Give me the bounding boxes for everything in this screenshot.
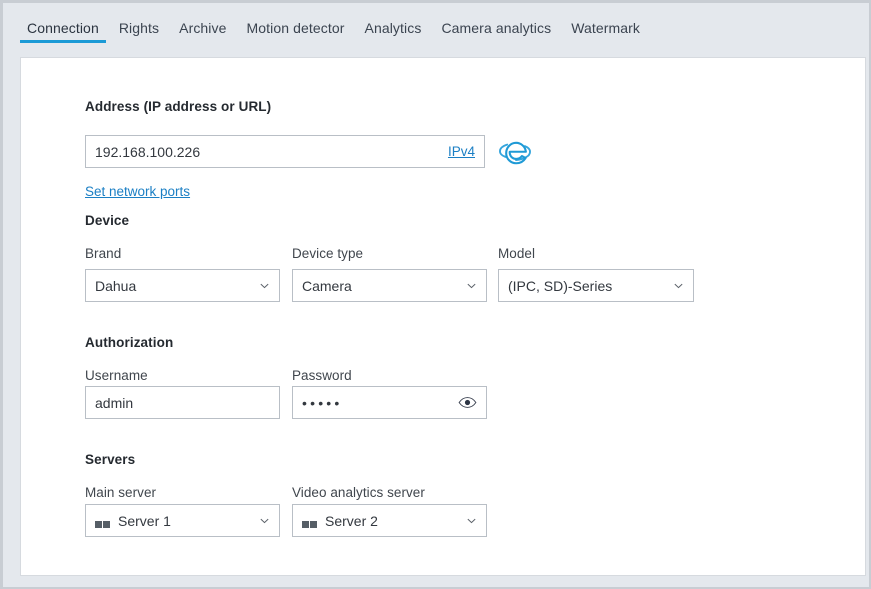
tab-motion-detector[interactable]: Motion detector <box>237 3 355 43</box>
brand-label: Brand <box>85 246 122 261</box>
main-server-select-value: Server 1 <box>118 512 171 529</box>
video-analytics-server-label: Video analytics server <box>292 485 425 500</box>
video-analytics-server-select[interactable]: Server 2 <box>292 504 487 537</box>
username-input-value: admin <box>95 394 134 411</box>
password-label: Password <box>292 368 352 383</box>
settings-window: Connection Rights Archive Motion detecto… <box>0 0 871 589</box>
model-label: Model <box>498 246 536 261</box>
username-label: Username <box>85 368 148 383</box>
tab-bar: Connection Rights Archive Motion detecto… <box>3 3 869 57</box>
active-tab-indicator <box>20 40 106 43</box>
tab-camera-analytics[interactable]: Camera analytics <box>431 3 561 43</box>
tab-connection-label: Connection <box>27 20 99 36</box>
password-input[interactable]: ••••• <box>292 386 487 419</box>
brand-select[interactable]: Dahua <box>85 269 280 302</box>
tab-watermark[interactable]: Watermark <box>561 3 650 43</box>
model-select[interactable]: (IPC, SD)-Series <box>498 269 694 302</box>
ip-version-link[interactable]: IPv4 <box>448 144 475 159</box>
authorization-heading: Authorization <box>85 335 174 350</box>
tab-rights[interactable]: Rights <box>109 3 169 43</box>
username-input[interactable]: admin <box>85 386 280 419</box>
chevron-down-icon <box>673 280 684 291</box>
device-type-select[interactable]: Camera <box>292 269 487 302</box>
address-input-value: 192.168.100.226 <box>95 143 201 160</box>
tab-motion-detector-label: Motion detector <box>246 20 345 36</box>
tab-analytics[interactable]: Analytics <box>355 3 432 43</box>
set-network-ports-link[interactable]: Set network ports <box>85 184 190 199</box>
tab-archive-label: Archive <box>179 20 227 36</box>
password-input-value: ••••• <box>302 394 343 411</box>
internet-explorer-icon[interactable] <box>497 134 533 170</box>
chevron-down-icon <box>259 515 270 526</box>
model-select-value: (IPC, SD)-Series <box>508 277 613 294</box>
chevron-down-icon <box>259 280 270 291</box>
tab-connection[interactable]: Connection <box>17 3 109 43</box>
brand-select-value: Dahua <box>95 277 137 294</box>
windows-icon <box>95 513 110 528</box>
windows-icon <box>302 513 317 528</box>
eye-icon[interactable] <box>458 396 477 409</box>
device-type-label: Device type <box>292 246 364 261</box>
address-heading: Address (IP address or URL) <box>85 99 272 114</box>
tab-archive[interactable]: Archive <box>169 3 236 43</box>
servers-heading: Servers <box>85 452 136 467</box>
chevron-down-icon <box>466 515 477 526</box>
video-analytics-server-select-value: Server 2 <box>325 512 378 529</box>
tab-analytics-label: Analytics <box>364 20 422 36</box>
main-server-select[interactable]: Server 1 <box>85 504 280 537</box>
chevron-down-icon <box>466 280 477 291</box>
main-server-label: Main server <box>85 485 157 500</box>
tab-watermark-label: Watermark <box>571 20 641 36</box>
tab-rights-label: Rights <box>118 20 160 36</box>
address-input[interactable]: 192.168.100.226 IPv4 <box>85 135 485 168</box>
device-type-select-value: Camera <box>302 277 352 294</box>
tab-camera-analytics-label: Camera analytics <box>441 20 552 36</box>
device-heading: Device <box>85 213 130 228</box>
connection-settings-panel: Address (IP address or URL) 192.168.100.… <box>20 57 866 576</box>
